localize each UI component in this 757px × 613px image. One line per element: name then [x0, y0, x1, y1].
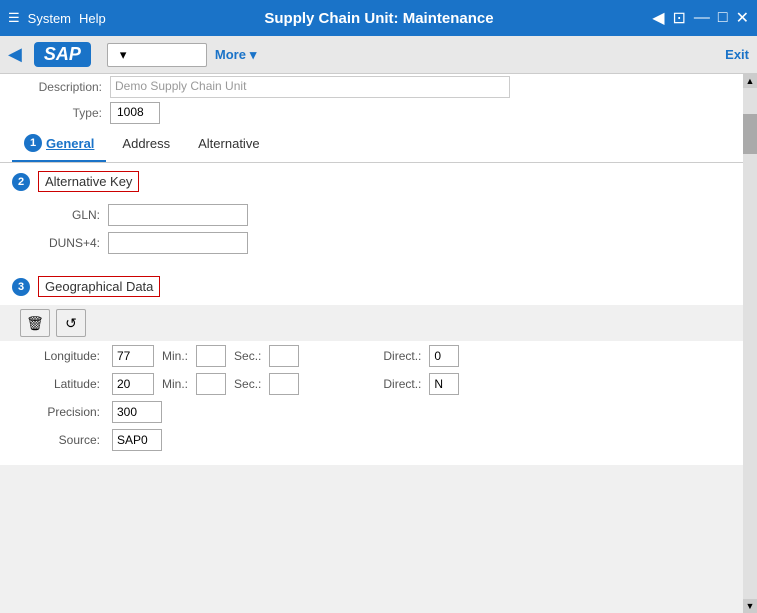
tab-alternative[interactable]: Alternative	[186, 128, 271, 161]
latitude-dir-label: Direct.:	[383, 377, 421, 391]
nav-back-button[interactable]: ◀	[8, 44, 22, 65]
description-label: Description:	[12, 80, 102, 94]
help-menu[interactable]: Help	[79, 11, 106, 26]
system-menu[interactable]: System	[28, 11, 71, 26]
window-title: Supply Chain Unit: Maintenance	[114, 10, 644, 27]
latitude-label: Latitude:	[20, 377, 100, 391]
delete-icon: 🗑	[26, 315, 44, 332]
back-icon[interactable]: ◀	[652, 8, 664, 28]
scrollbar-track[interactable]: ▲ ▼	[743, 74, 757, 613]
dropdown-arrow-icon: ▾	[120, 47, 127, 63]
source-row: Source:	[20, 429, 723, 451]
precision-label: Precision:	[20, 405, 100, 419]
geo-fields: Longitude: Min.: Sec.: Direct.: Latitude…	[0, 341, 743, 465]
refresh-icon: ↺	[65, 315, 77, 332]
delete-button[interactable]: 🗑	[20, 309, 50, 337]
tab-address-label: Address	[122, 136, 170, 151]
main-scroll-area[interactable]: Description: Demo Supply Chain Unit Type…	[0, 74, 743, 613]
precision-input[interactable]	[112, 401, 162, 423]
longitude-min-label: Min.:	[162, 349, 188, 363]
duns4-input[interactable]	[108, 232, 248, 254]
gln-label: GLN:	[20, 208, 100, 222]
precision-row: Precision:	[20, 401, 723, 423]
scroll-up-icon: ▲	[746, 76, 755, 86]
minimize-icon[interactable]: —	[694, 9, 710, 27]
scroll-up-button[interactable]: ▲	[743, 74, 757, 88]
alternative-key-title: Alternative Key	[38, 171, 139, 192]
refresh-button[interactable]: ↺	[56, 309, 86, 337]
source-input[interactable]	[112, 429, 162, 451]
geo-toolbar: 🗑 ↺	[0, 305, 743, 341]
longitude-dir-input[interactable]	[429, 345, 459, 367]
longitude-value-input[interactable]	[112, 345, 154, 367]
more-arrow-icon: ▾	[250, 47, 257, 63]
alternative-key-fields: GLN: DUNS+4:	[0, 200, 743, 268]
tab-general-label: General	[46, 136, 94, 151]
scroll-down-icon: ▼	[746, 601, 755, 611]
content-wrapper: Description: Demo Supply Chain Unit Type…	[0, 74, 757, 613]
tab-alternative-label: Alternative	[198, 136, 259, 151]
more-button[interactable]: More ▾	[215, 47, 257, 63]
description-value: Demo Supply Chain Unit	[110, 76, 510, 98]
latitude-dir-input[interactable]	[429, 373, 459, 395]
scroll-down-button[interactable]: ▼	[743, 599, 757, 613]
gln-row: GLN:	[20, 204, 723, 226]
geographical-data-section-header: 3 Geographical Data	[0, 268, 743, 305]
latitude-value-input[interactable]	[112, 373, 154, 395]
maximize-icon[interactable]: □	[718, 9, 728, 27]
geographical-data-number: 3	[12, 278, 30, 296]
longitude-min-input[interactable]	[196, 345, 226, 367]
gln-input[interactable]	[108, 204, 248, 226]
toolbar-dropdown[interactable]: ▾	[107, 43, 207, 67]
hamburger-icon[interactable]: ☰	[8, 10, 20, 26]
longitude-row: Longitude: Min.: Sec.: Direct.:	[20, 345, 723, 367]
latitude-row: Latitude: Min.: Sec.: Direct.:	[20, 373, 723, 395]
tab-general-number: 1	[24, 134, 42, 152]
latitude-sec-input[interactable]	[269, 373, 299, 395]
close-icon[interactable]: ✕	[736, 8, 749, 28]
duns4-label: DUNS+4:	[20, 236, 100, 250]
type-row: Type: 1008	[0, 100, 743, 126]
restore-icon[interactable]: ⊡	[673, 8, 686, 28]
scroll-thumb[interactable]	[743, 114, 757, 154]
longitude-dir-label: Direct.:	[383, 349, 421, 363]
duns4-row: DUNS+4:	[20, 232, 723, 254]
alternative-key-section-header: 2 Alternative Key	[0, 163, 743, 200]
type-label: Type:	[12, 106, 102, 120]
latitude-min-input[interactable]	[196, 373, 226, 395]
title-bar: ☰ System Help Supply Chain Unit: Mainten…	[0, 0, 757, 36]
more-label: More	[215, 47, 246, 62]
description-row: Description: Demo Supply Chain Unit	[0, 74, 743, 100]
sap-logo: SAP	[34, 42, 91, 67]
tabs-container: 1 General Address Alternative	[0, 126, 743, 163]
alternative-key-number: 2	[12, 173, 30, 191]
latitude-min-label: Min.:	[162, 377, 188, 391]
source-label: Source:	[20, 433, 100, 447]
tab-general[interactable]: 1 General	[12, 126, 106, 162]
longitude-sec-input[interactable]	[269, 345, 299, 367]
latitude-sec-label: Sec.:	[234, 377, 261, 391]
geographical-data-title: Geographical Data	[38, 276, 160, 297]
longitude-sec-label: Sec.:	[234, 349, 261, 363]
longitude-label: Longitude:	[20, 349, 100, 363]
toolbar: ◀ SAP ▾ More ▾ Exit	[0, 36, 757, 74]
exit-button[interactable]: Exit	[725, 47, 749, 62]
tab-address[interactable]: Address	[110, 128, 182, 161]
type-input[interactable]: 1008	[110, 102, 160, 124]
